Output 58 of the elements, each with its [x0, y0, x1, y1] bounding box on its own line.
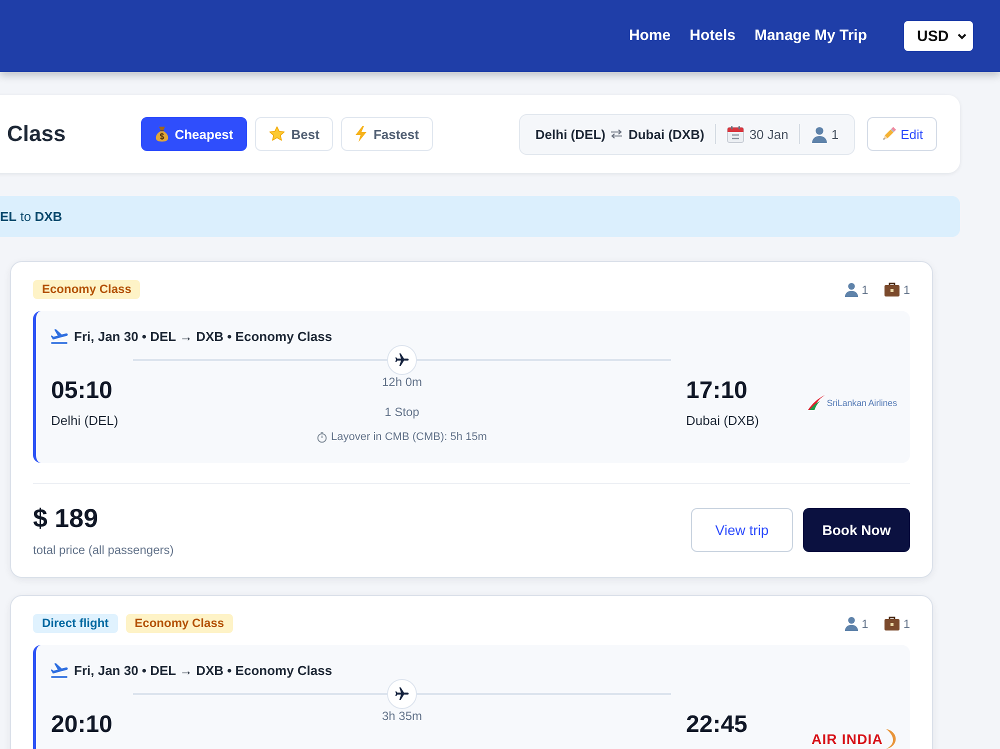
swap-icon: [610, 128, 624, 138]
person-icon: [844, 282, 859, 297]
flight-duration: 12h 0m: [382, 375, 422, 389]
lightning-icon: [355, 126, 368, 142]
travel-date: 30 Jan: [749, 126, 788, 142]
airline-name: AIR INDIA: [811, 731, 883, 747]
arrival-time: 22:45: [686, 710, 748, 740]
edit-button[interactable]: Edit: [866, 117, 937, 151]
briefcase-icon: [884, 282, 900, 297]
passenger-count: 1: [862, 616, 868, 630]
briefcase-icon: [884, 616, 900, 631]
origin-city: Delhi (DEL): [535, 126, 606, 142]
departure-city: Delhi (DEL): [51, 413, 118, 429]
nav-link[interactable]: Hotels: [690, 27, 736, 45]
banner-text: EL to DXB: [0, 209, 62, 224]
star-icon: [269, 126, 286, 142]
nav-link[interactable]: Home: [628, 27, 671, 45]
cabin-class-badge: Economy Class: [33, 280, 140, 299]
swoosh-icon: [806, 395, 825, 410]
sort-button[interactable]: Cheapest: [140, 117, 248, 151]
passenger-count: 1: [862, 282, 868, 296]
arrival-city: Dubai (DXB): [686, 413, 759, 429]
person-icon: [844, 616, 859, 631]
sort-button[interactable]: Best: [255, 117, 334, 151]
total-price: $ 189: [33, 502, 98, 534]
plane-icon: [387, 345, 417, 375]
layover-info: Layover in CMB (CMB): 5h 15m: [331, 430, 487, 444]
departure-time: 20:10: [51, 710, 112, 740]
person-icon: [811, 126, 828, 142]
segment-summary: Fri, Jan 30 • DEL → DXB • Economy Class: [74, 328, 332, 344]
sort-button[interactable]: Fastest: [341, 117, 433, 151]
direct-flight-badge: Direct flight: [33, 614, 118, 633]
pencil-icon: [880, 126, 897, 142]
airline-name: SriLankan Airlines: [826, 398, 897, 408]
baggage-count: 1: [903, 616, 910, 630]
book-now-button[interactable]: Book Now: [803, 508, 910, 552]
nav-link[interactable]: Manage My Trip: [754, 27, 867, 45]
swirl-icon: [885, 729, 897, 749]
cabin-class-badge: Economy Class: [126, 614, 234, 633]
price-note: total price (all passengers): [33, 542, 174, 558]
money-bag-icon: [154, 126, 169, 142]
calendar-icon: [727, 126, 744, 142]
flight-duration: 3h 35m: [382, 709, 422, 723]
caret-icon: [957, 32, 967, 40]
departure-time: 05:10: [51, 376, 112, 406]
view-trip-button[interactable]: View trip: [691, 508, 793, 552]
destination-city: Dubai (DXB): [628, 126, 704, 142]
baggage-count: 1: [903, 282, 910, 296]
passenger-count: 1: [831, 126, 839, 142]
currency-select[interactable]: USD: [904, 21, 973, 51]
arrival-time: 17:10: [686, 376, 748, 406]
stop-count: 1 Stop: [384, 405, 420, 419]
takeoff-icon: [51, 662, 68, 678]
page-title: Class: [7, 121, 66, 147]
takeoff-icon: [51, 328, 68, 344]
segment-summary: Fri, Jan 30 • DEL → DXB • Economy Class: [74, 662, 332, 678]
plane-icon: [387, 679, 417, 709]
stopwatch-icon: [317, 432, 328, 442]
